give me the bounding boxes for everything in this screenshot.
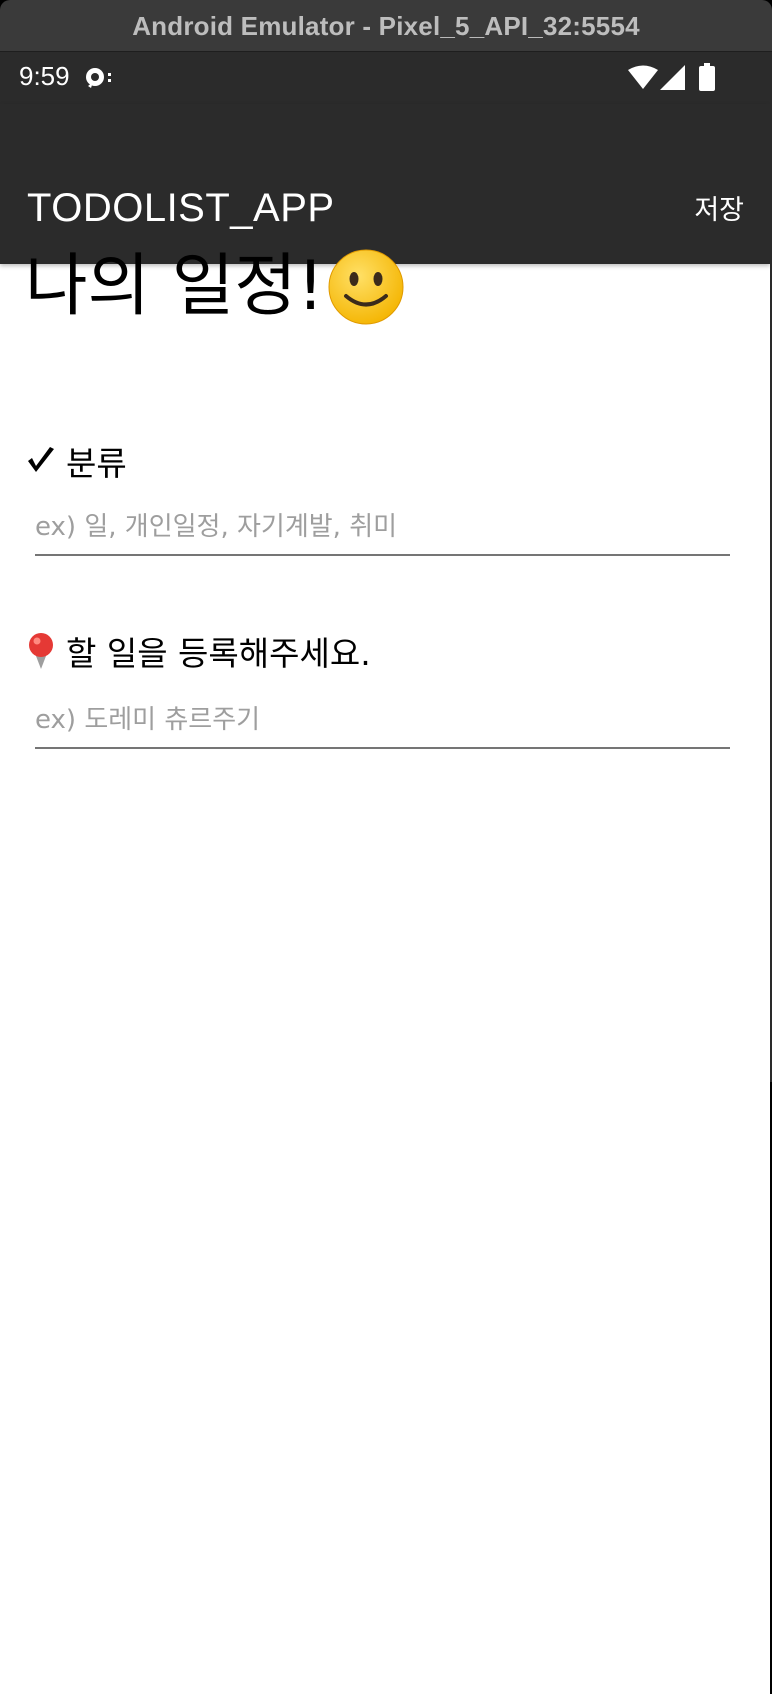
category-label-text: 분류 (66, 444, 127, 483)
status-bar: 9:59 (0, 52, 770, 104)
window-title: Android Emulator - Pixel_5_API_32:5554 (132, 11, 640, 41)
pushpin-icon (29, 633, 53, 669)
category-input[interactable] (35, 504, 730, 556)
notification-icon (86, 68, 111, 88)
emulator-window: Android Emulator - Pixel_5_API_32:5554 9… (0, 0, 772, 1694)
page-heading: 나의 일정! (25, 247, 406, 327)
task-label: 할 일을 등록해주세요. (26, 627, 371, 675)
status-time: 9:59 (19, 61, 70, 91)
battery-icon (699, 63, 715, 91)
cellular-signal-icon (660, 65, 685, 90)
smiley-face-icon (328, 249, 404, 325)
window-title-bar[interactable]: Android Emulator - Pixel_5_API_32:5554 (0, 0, 772, 52)
app-bar: TODOLIST_APP 저장 (0, 104, 770, 264)
page-heading-text: 나의 일정! (25, 247, 325, 326)
device-screen: 9:59 TODOLIST_APP 저장 나의 일정! 분류 ex) 일, 개인… (0, 52, 770, 1694)
check-mark-icon (28, 447, 54, 472)
task-input[interactable] (35, 697, 730, 749)
wifi-icon (628, 65, 658, 89)
task-label-text: 할 일을 등록해주세요. (66, 634, 371, 673)
app-title: TODOLIST_APP (27, 186, 335, 230)
save-button[interactable]: 저장 (694, 188, 744, 227)
category-label: 분류 (26, 437, 127, 485)
